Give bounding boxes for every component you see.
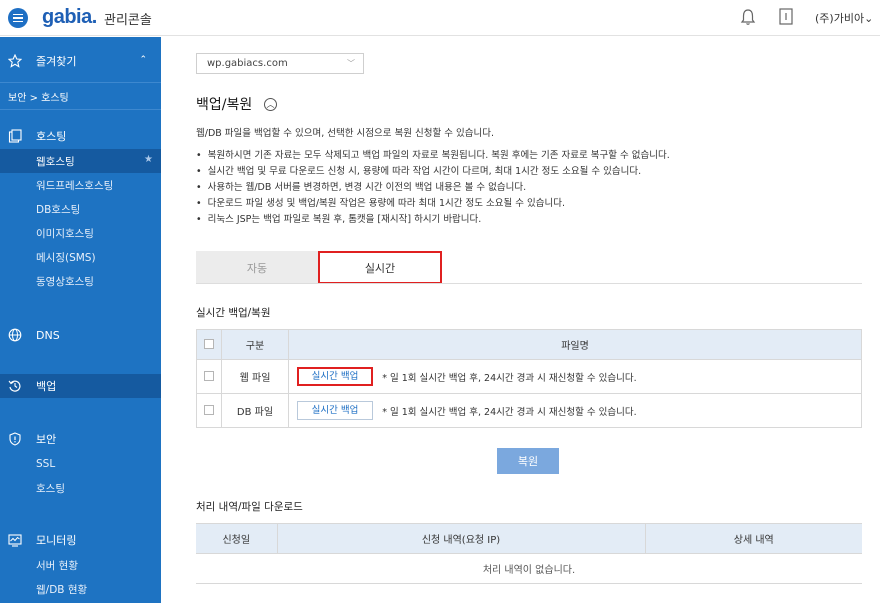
sidebar-item-label: 웹호스팅 — [36, 155, 75, 168]
sidebar-dns-label: DNS — [36, 328, 60, 342]
row-checkbox[interactable] — [204, 405, 214, 415]
user-name: (주)가비아 — [815, 12, 865, 25]
notice-item: 실시간 백업 및 무료 다운로드 신청 시, 용량에 따라 작업 시간이 다르며… — [196, 164, 670, 180]
select-all-checkbox[interactable] — [204, 339, 214, 349]
notice-item: 리눅스 JSP는 백업 파일로 복원 후, 톰캣을 [재시작] 하시기 바랍니다… — [196, 212, 670, 228]
sidebar-section-dns[interactable]: DNS — [0, 323, 161, 347]
col-filename-header: 파일명 — [288, 329, 862, 360]
sidebar-item-label: 웹/DB 현황 — [36, 583, 88, 596]
sidebar-item-label: 워드프레스호스팅 — [36, 179, 114, 192]
divider — [0, 109, 161, 110]
chevron-down-icon: ⌄ — [864, 12, 874, 25]
realtime-heading: 실시간 백업/복원 — [196, 307, 271, 319]
sidebar-item-video-hosting[interactable]: 동영상호스팅 — [0, 269, 161, 293]
menu-icon[interactable] — [8, 8, 28, 28]
row-type: 웹 파일 — [221, 359, 289, 394]
realtime-backup-button-web[interactable]: 실시간 백업 — [297, 367, 373, 386]
site-select[interactable]: wp.gabiacs.com ﹀ — [196, 53, 364, 74]
hosting-icon — [8, 129, 22, 143]
table-header-row: 구분 파일명 — [196, 329, 862, 360]
realtime-backup-button-db[interactable]: 실시간 백업 — [297, 401, 373, 420]
col-detail-header: 상세 내역 — [644, 523, 862, 554]
tab-realtime[interactable]: 실시간 — [318, 251, 442, 284]
gabia-logo[interactable]: gabia. — [42, 6, 97, 29]
sidebar-favorites[interactable]: 즐겨찾기 ⌃ — [0, 49, 161, 73]
sidebar-item-label: 동영상호스팅 — [36, 275, 94, 288]
sidebar-item-wordpress-hosting[interactable]: 워드프레스호스팅 — [0, 173, 161, 197]
collapse-toggle-icon[interactable]: ︿ — [264, 98, 277, 111]
page-title: 백업/복원 — [196, 97, 253, 113]
sidebar-section-monitoring[interactable]: 모니터링 — [0, 528, 161, 552]
sidebar-item-label: 호스팅 — [36, 482, 65, 495]
notice-item: 다운로드 파일 생성 및 백업/복원 작업은 용량에 따라 최대 1시간 정도 … — [196, 196, 670, 212]
tab-underline — [196, 283, 862, 284]
sidebar-section-security[interactable]: 보안 — [0, 427, 161, 451]
sidebar: 즐겨찾기 ⌃ 보안 > 호스팅 호스팅 웹호스팅 ★ 워드프레스호스팅 DB호스… — [0, 37, 161, 603]
notice-item: 복원하시면 기존 자료는 모두 삭제되고 백업 파일의 자료로 복원됩니다. 복… — [196, 148, 670, 164]
sidebar-item-label: DB호스팅 — [36, 203, 81, 216]
sidebar-item-sms[interactable]: 메시징(SMS) — [0, 245, 161, 269]
console-label: 관리콘솔 — [104, 13, 152, 28]
row-file-cell: 실시간 백업 * 일 1회 실시간 백업 후, 24시간 경과 시 재신청할 수… — [288, 393, 862, 428]
sidebar-monitoring-label: 모니터링 — [36, 534, 77, 547]
sidebar-item-db-hosting[interactable]: DB호스팅 — [0, 197, 161, 221]
table-row: 웹 파일 실시간 백업 * 일 1회 실시간 백업 후, 24시간 경과 시 재… — [196, 359, 862, 394]
top-bar: gabia. 관리콘솔 (주)가비아⌄ — [0, 0, 880, 36]
sidebar-favorites-label: 즐겨찾기 — [36, 55, 77, 68]
notice-item: 사용하는 웹/DB 서버를 변경하면, 변경 시간 이전의 백업 내용은 볼 수… — [196, 180, 670, 196]
sidebar-item-label: 서버 현황 — [36, 559, 78, 572]
sidebar-item-label: 이미지호스팅 — [36, 227, 94, 240]
divider — [0, 82, 161, 83]
table-header-row: 신청일 신청 내역(요청 IP) 상세 내역 — [196, 523, 862, 554]
col-date-header: 신청일 — [196, 523, 277, 554]
row-checkbox-cell — [196, 359, 222, 394]
tab-auto[interactable]: 자동 — [196, 251, 318, 284]
sidebar-section-backup[interactable]: 백업 — [0, 374, 161, 398]
sidebar-section-hosting[interactable]: 호스팅 — [0, 124, 161, 148]
chevron-up-icon[interactable]: ⌃ — [139, 55, 147, 65]
table-row: 처리 내역이 없습니다. — [196, 553, 862, 584]
restore-button[interactable]: 복원 — [497, 448, 559, 474]
row-checkbox-cell — [196, 393, 222, 428]
shield-icon — [8, 432, 22, 446]
sidebar-item-image-hosting[interactable]: 이미지호스팅 — [0, 221, 161, 245]
sidebar-item-web-db-status[interactable]: 웹/DB 현황 — [0, 577, 161, 601]
notice-list: 복원하시면 기존 자료는 모두 삭제되고 백업 파일의 자료로 복원됩니다. 복… — [196, 148, 670, 228]
col-type-header: 구분 — [221, 329, 289, 360]
backup-icon — [8, 379, 22, 393]
main-content: wp.gabiacs.com ﹀ 백업/복원 ︿ 웹/DB 파일을 백업할 수 … — [161, 37, 880, 603]
row-note: * 일 1회 실시간 백업 후, 24시간 경과 시 재신청할 수 있습니다. — [382, 372, 637, 384]
sidebar-item-ssl[interactable]: SSL — [0, 452, 161, 476]
sidebar-hosting-label: 호스팅 — [36, 130, 67, 143]
bell-icon[interactable] — [740, 8, 756, 26]
monitor-icon — [8, 533, 22, 547]
sidebar-security-label: 보안 — [36, 433, 57, 446]
select-all-cell — [196, 329, 222, 360]
star-icon — [8, 54, 22, 68]
sidebar-breadcrumb[interactable]: 보안 > 호스팅 — [0, 85, 161, 107]
favorite-star-icon[interactable]: ★ — [144, 154, 153, 165]
history-table: 신청일 신청 내역(요청 IP) 상세 내역 처리 내역이 없습니다. — [196, 523, 862, 584]
history-heading: 처리 내역/파일 다운로드 — [196, 501, 303, 513]
row-type: DB 파일 — [221, 393, 289, 428]
row-file-cell: 실시간 백업 * 일 1회 실시간 백업 후, 24시간 경과 시 재신청할 수… — [288, 359, 862, 394]
intro-text: 웹/DB 파일을 백업할 수 있으며, 선택한 시점으로 복원 신청할 수 있습… — [196, 128, 494, 139]
col-request-header: 신청 내역(요청 IP) — [276, 523, 645, 554]
table-row: DB 파일 실시간 백업 * 일 1회 실시간 백업 후, 24시간 경과 시 … — [196, 393, 862, 428]
sidebar-item-web-hosting[interactable]: 웹호스팅 ★ — [0, 149, 161, 173]
row-note: * 일 1회 실시간 백업 후, 24시간 경과 시 재신청할 수 있습니다. — [382, 406, 637, 418]
globe-icon — [8, 328, 22, 342]
row-checkbox[interactable] — [204, 371, 214, 381]
sidebar-item-security-hosting[interactable]: 호스팅 — [0, 476, 161, 500]
user-menu[interactable]: (주)가비아⌄ — [815, 10, 873, 26]
realtime-backup-table: 구분 파일명 웹 파일 실시간 백업 * 일 1회 실시간 백업 후, 24시간… — [196, 329, 862, 428]
sidebar-item-label: SSL — [36, 458, 56, 470]
sidebar-item-label: 메시징(SMS) — [36, 251, 96, 264]
sidebar-item-server-status[interactable]: 서버 현황 — [0, 553, 161, 577]
sidebar-backup-label: 백업 — [36, 380, 57, 393]
empty-message: 처리 내역이 없습니다. — [196, 553, 862, 584]
chevron-down-icon: ﹀ — [347, 59, 355, 68]
notice-icon[interactable] — [779, 8, 793, 25]
site-select-value: wp.gabiacs.com — [207, 58, 288, 69]
